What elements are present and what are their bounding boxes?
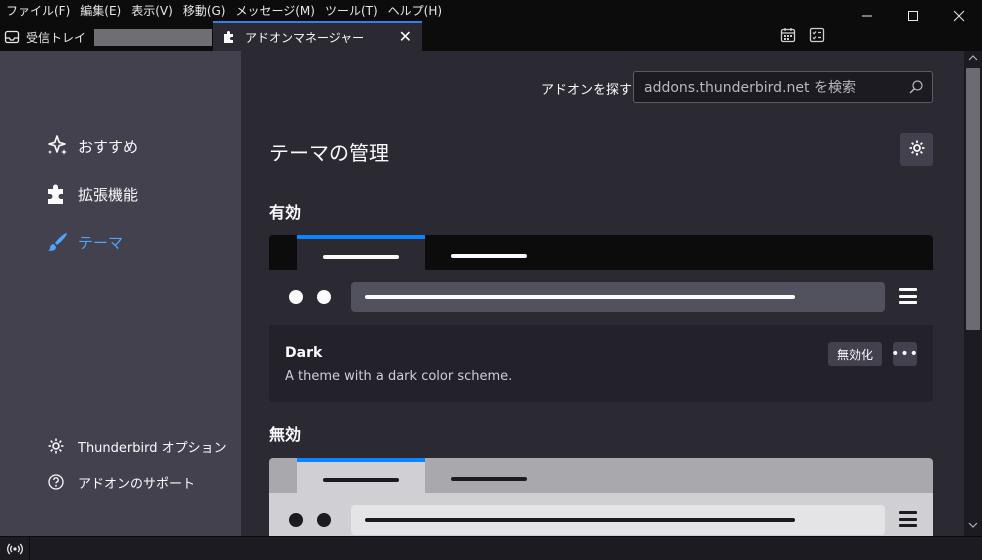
maximize-button[interactable]: [890, 0, 936, 32]
help-icon: [46, 472, 66, 492]
minimize-button[interactable]: [844, 0, 890, 32]
search-input[interactable]: addons.thunderbird.net を検索: [633, 71, 933, 103]
sparkle-icon: [44, 133, 70, 159]
tools-gear-button[interactable]: [900, 133, 933, 166]
page-title: テーマの管理: [269, 141, 389, 165]
preview-tab-bar: [323, 478, 399, 482]
menu-bar: ファイル(F) 編集(E) 表示(V) 移動(G) メッセージ(M) ツール(T…: [0, 0, 982, 21]
more-options-button[interactable]: •••: [891, 342, 918, 366]
search-placeholder: addons.thunderbird.net を検索: [644, 80, 856, 96]
thunderbird-options-label: Thunderbird オプション: [78, 440, 227, 456]
tab-inbox[interactable]: 受信トレイ: [4, 25, 213, 49]
disabled-heading: 無効: [269, 425, 302, 444]
puzzle-icon: [221, 29, 237, 45]
preview-url-line: [365, 295, 795, 299]
puzzle-icon: [44, 181, 70, 207]
main-content: アドオンを探す addons.thunderbird.net を検索 テーマの管…: [241, 51, 964, 536]
window-controls: [844, 0, 982, 32]
category-extensions-label: 拡張機能: [78, 185, 139, 204]
theme-preview-tabs: [269, 235, 933, 270]
theme-card-info: Dark A theme with a dark color scheme. 無…: [269, 325, 933, 402]
menu-file[interactable]: ファイル(F): [6, 2, 70, 19]
preview-urlbar: [351, 505, 885, 535]
addon-support-label: アドオンのサポート: [78, 476, 196, 492]
search-label: アドオンを探す: [541, 83, 633, 98]
tab-strip: 受信トレイ アドオンマネージャー ✕: [0, 21, 982, 51]
preview-tab-bar: [451, 254, 527, 258]
search-icon: [908, 79, 924, 95]
preview-menu-icon: [899, 288, 917, 304]
enabled-heading: 有効: [269, 203, 302, 222]
close-tab-icon[interactable]: ✕: [399, 27, 412, 46]
preview-dot: [289, 513, 303, 527]
tab-addon-manager[interactable]: アドオンマネージャー ✕: [213, 21, 422, 51]
theme-preview-tabs: [269, 458, 933, 493]
theme-name: Dark: [285, 345, 323, 361]
gear-icon: [46, 436, 66, 456]
category-extensions[interactable]: 拡張機能: [44, 181, 138, 207]
tasks-icon[interactable]: [808, 26, 826, 44]
category-recommended[interactable]: おすすめ: [44, 133, 138, 159]
preview-selected-tab: [297, 458, 425, 493]
menu-edit[interactable]: 編集(E): [80, 2, 121, 19]
preview-selected-tab: [297, 235, 425, 270]
menu-go[interactable]: 移動(G): [183, 2, 226, 19]
preview-urlbar: [351, 282, 885, 312]
scrollbar-thumb[interactable]: [966, 68, 980, 330]
scroll-down-icon[interactable]: [968, 521, 978, 532]
preview-dot: [317, 290, 331, 304]
theme-card-light[interactable]: [269, 458, 933, 536]
menu-help[interactable]: ヘルプ(H): [388, 2, 442, 19]
theme-description: A theme with a dark color scheme.: [285, 369, 513, 384]
theme-preview-toolbar: [269, 493, 933, 536]
preview-menu-icon: [899, 511, 917, 527]
brush-icon: [44, 229, 70, 255]
disable-button[interactable]: 無効化: [828, 342, 883, 366]
preview-dot: [289, 290, 303, 304]
preview-dot: [317, 513, 331, 527]
redacted-account: [94, 28, 213, 46]
preview-url-line: [365, 518, 795, 522]
gear-icon: [908, 139, 926, 161]
calendar-icon[interactable]: [779, 26, 797, 44]
scrollbar[interactable]: [964, 51, 982, 536]
category-recommended-label: おすすめ: [78, 137, 139, 156]
inbox-icon: [4, 29, 20, 45]
category-themes-label: テーマ: [78, 233, 124, 252]
menu-view[interactable]: 表示(V): [131, 2, 173, 19]
category-themes[interactable]: テーマ: [44, 229, 123, 255]
thunderbird-options-link[interactable]: Thunderbird オプション: [46, 436, 227, 456]
close-window-button[interactable]: [936, 0, 982, 32]
scroll-up-icon[interactable]: [968, 54, 978, 65]
addon-support-link[interactable]: アドオンのサポート: [46, 472, 195, 492]
theme-card-dark[interactable]: Dark A theme with a dark color scheme. 無…: [269, 235, 933, 402]
menu-message[interactable]: メッセージ(M): [235, 2, 314, 19]
preview-tab-bar: [323, 255, 399, 259]
sidebar: おすすめ 拡張機能 テーマ Thunderbird オプション アドオンのサポー…: [0, 51, 241, 536]
tab-inbox-label: 受信トレイ: [26, 30, 87, 45]
theme-preview-toolbar: [269, 270, 933, 325]
online-status-icon[interactable]: [0, 537, 30, 560]
status-bar: [0, 536, 982, 560]
preview-tab-bar: [451, 477, 527, 481]
tab-addon-manager-label: アドオンマネージャー: [245, 30, 365, 45]
menu-tools[interactable]: ツール(T): [325, 2, 378, 19]
